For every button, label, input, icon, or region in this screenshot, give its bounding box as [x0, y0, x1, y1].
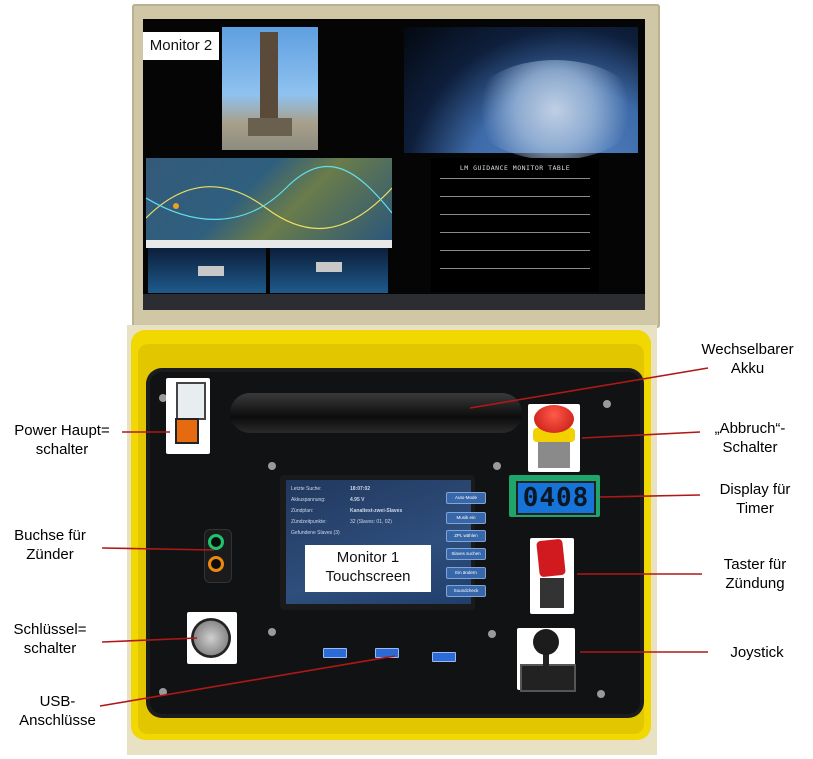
callout-display: Display für Timer [700, 480, 810, 518]
callout-schluessel-line2: schalter [23, 640, 77, 657]
callout-abbruch-line2: Schalter [722, 439, 778, 456]
callout-abbruch-line1: „Abbruch“- [714, 420, 786, 437]
callout-power: Power Haupt= schalter [0, 421, 124, 459]
callout-akku: Wechselbarer Akku [690, 340, 805, 378]
callout-buchse-line2: Zünder [26, 546, 74, 563]
callout-joystick: Joystick [730, 644, 784, 661]
callout-usb-line2: Anschlüsse [19, 712, 96, 729]
callout-power-line1: Power Haupt= [14, 422, 110, 439]
leader-display [599, 494, 701, 498]
callout-buchse: Buchse für Zünder [0, 526, 100, 564]
callout-lines [99, 367, 709, 707]
leader-akku [469, 367, 709, 409]
callout-buchse-line1: Buchse für [14, 527, 86, 544]
leader-schluessel [101, 637, 198, 643]
callout-taster: Taster für Zündung [705, 555, 805, 593]
leader-abbruch [581, 431, 701, 439]
callout-schluessel-line1: Schlüssel= [13, 621, 87, 638]
callout-schluessel: Schlüssel= schalter [0, 620, 100, 658]
callout-display-line2: Timer [736, 500, 774, 517]
callout-akku-line1: Wechselbarer [701, 341, 794, 358]
leader-usb [99, 655, 396, 707]
leader-buchse [101, 547, 215, 551]
callout-abbruch: „Abbruch“- Schalter [700, 419, 800, 457]
callout-display-line1: Display für [719, 481, 791, 498]
callout-akku-line2: Akku [730, 360, 765, 377]
callout-usb: USB- Anschlüsse [10, 692, 105, 730]
callout-taster-line2: Zündung [725, 575, 785, 592]
callout-power-line2: schalter [35, 441, 89, 458]
callout-taster-line1: Taster für [723, 556, 787, 573]
callout-usb-line1: USB- [39, 693, 76, 710]
